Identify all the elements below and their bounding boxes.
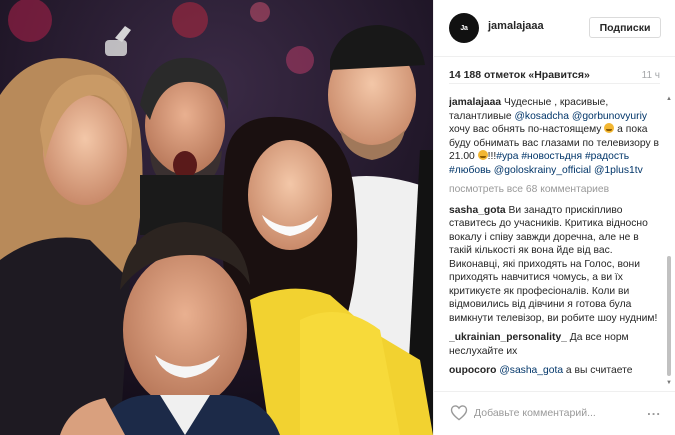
caption-text: !!!	[487, 151, 497, 162]
hashtag-link[interactable]: #ура	[496, 151, 518, 162]
likes-row: 14 188 отметок «Нравится» 11 ч	[449, 68, 660, 84]
comment-item: sasha_gota Ви занадто прискіпливо ставит…	[449, 204, 661, 326]
post-username[interactable]: jamalajaaa	[488, 20, 544, 32]
scroll-down-arrow-icon[interactable]: ▼	[666, 380, 672, 386]
more-options-icon[interactable]: ...	[647, 403, 661, 418]
mention-link[interactable]: @sasha_gota	[499, 365, 563, 376]
post-timestamp[interactable]: 11 ч	[642, 70, 660, 81]
scroll-up-arrow-icon[interactable]: ▲	[666, 96, 672, 102]
caption-comment: jamalajaaa Чудесные , красивые, талантли…	[449, 96, 661, 177]
comment-username[interactable]: oupocoro	[449, 365, 496, 376]
add-comment-input[interactable]	[474, 403, 644, 423]
post-sidebar: Ja jamalajaaa Подписки 14 188 отметок «Н…	[433, 0, 675, 435]
comment-username[interactable]: _ukrainian_personality_	[449, 332, 567, 343]
post-header: Ja jamalajaaa Подписки	[434, 0, 675, 57]
scrollbar-thumb[interactable]	[667, 256, 671, 376]
mention-link[interactable]: @goloskrainy_official	[494, 165, 591, 176]
mention-link[interactable]: @1plus1tv	[594, 165, 643, 176]
comment-footer: ...	[434, 391, 675, 435]
user-avatar[interactable]: Ja	[449, 13, 479, 43]
avatar-logo-text: Ja	[460, 24, 468, 32]
follow-button[interactable]: Подписки	[589, 17, 661, 38]
likes-count[interactable]: 14 188 отметок «Нравится»	[449, 69, 590, 81]
comment-item: oupocoro @sasha_gota а вы считаете	[449, 364, 661, 378]
load-more-comments-link[interactable]: посмотреть все 68 комментариев	[449, 183, 661, 197]
comments-scrollbar[interactable]: ▲ ▼	[666, 96, 672, 386]
heart-icon[interactable]	[450, 404, 468, 421]
caption-text: хочу вас обнять по-настоящему	[449, 124, 605, 135]
post-photo[interactable]	[0, 0, 433, 435]
caption-username[interactable]: jamalajaaa	[449, 97, 501, 108]
hashtag-link[interactable]: #радость	[585, 151, 629, 162]
smile-emoji-icon	[477, 150, 488, 160]
selfie-photo-illustration	[0, 0, 433, 435]
comment-username[interactable]: sasha_gota	[449, 205, 506, 216]
smile-emoji-icon	[604, 123, 615, 133]
comment-text: а вы считаете	[563, 365, 633, 376]
comment-text: Ви занадто прискіпливо ставитесь до учас…	[449, 204, 658, 324]
mention-link[interactable]: @kosadcha	[514, 111, 569, 122]
hashtag-link[interactable]: #новостьдня	[521, 151, 582, 162]
comment-item: _ukrainian_personality_ Да все норм несл…	[449, 331, 661, 358]
hashtag-link[interactable]: #любовь	[449, 165, 491, 176]
mention-link[interactable]: @gorbunovyuriy	[572, 111, 647, 122]
comments-list: jamalajaaa Чудесные , красивые, талантли…	[449, 96, 661, 382]
